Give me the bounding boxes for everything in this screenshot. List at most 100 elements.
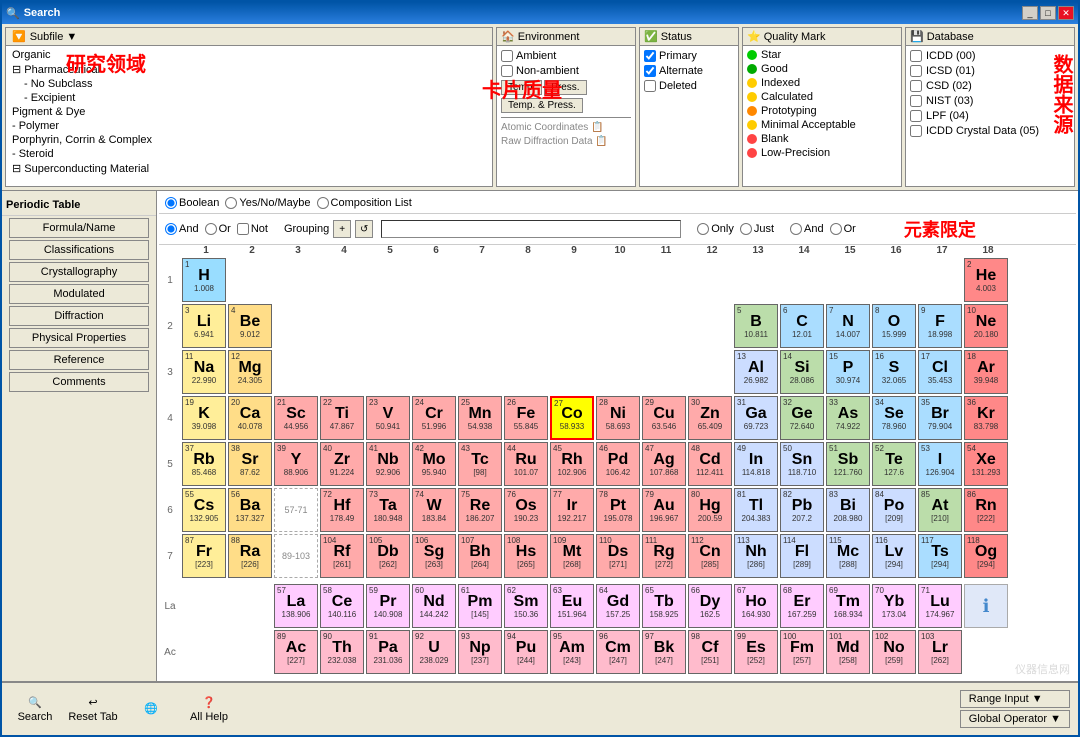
element-Hs[interactable]: 108Hs[265] [504, 534, 548, 578]
element-Cl[interactable]: 17 Cl 35.453 [918, 350, 962, 394]
just-radio-label[interactable]: Just [740, 223, 774, 235]
and-radio[interactable] [165, 223, 177, 235]
reset-tab-button[interactable]: ↩ Reset Tab [68, 696, 118, 723]
element-Tl[interactable]: 81Tl204.383 [734, 488, 778, 532]
element-H[interactable]: 1 H 1.008 [182, 258, 226, 302]
csd-checkbox[interactable] [910, 80, 922, 92]
element-B[interactable]: 5 B 10.811 [734, 304, 778, 348]
not-radio-label[interactable]: Not [237, 223, 268, 235]
element-Ar[interactable]: 18 Ar 39.948 [964, 350, 1008, 394]
element-Sc[interactable]: 21Sc44.956 [274, 396, 318, 440]
element-Mt[interactable]: 109Mt[268] [550, 534, 594, 578]
element-Cm[interactable]: 96Cm[247] [596, 630, 640, 674]
element-Am[interactable]: 95Am[243] [550, 630, 594, 674]
element-Fl[interactable]: 114Fl[289] [780, 534, 824, 578]
element-Ce[interactable]: 58Ce140.116 [320, 584, 364, 628]
element-Tm[interactable]: 69Tm168.934 [826, 584, 870, 628]
press-button[interactable]: Press. [544, 80, 586, 95]
element-search-input[interactable] [381, 220, 681, 238]
tree-item-pigment[interactable]: Pigment & Dye [8, 105, 490, 119]
composition-list-radio[interactable] [317, 197, 329, 209]
element-Pu[interactable]: 94Pu[244] [504, 630, 548, 674]
element-La[interactable]: 57La138.906 [274, 584, 318, 628]
element-Ac[interactable]: 89Ac[227] [274, 630, 318, 674]
element-Co[interactable]: 27Co58.933 [550, 396, 594, 440]
element-Ag[interactable]: 47Ag107.868 [642, 442, 686, 486]
element-Cr[interactable]: 24Cr51.996 [412, 396, 456, 440]
subfile-content[interactable]: Organic ⊟ Pharmaceutical - No Subclass -… [6, 46, 492, 186]
element-Be[interactable]: 4 Be 9.012 [228, 304, 272, 348]
global-operator-button[interactable]: Global Operator ▼ [960, 710, 1070, 728]
primary-checkbox[interactable] [644, 50, 656, 62]
element-Cf[interactable]: 98Cf[251] [688, 630, 732, 674]
element-Mo[interactable]: 42Mo95.940 [412, 442, 456, 486]
formula-name-button[interactable]: Formula/Name [9, 218, 149, 238]
element-U[interactable]: 92U238.029 [412, 630, 456, 674]
lpf-checkbox[interactable] [910, 110, 922, 122]
element-Zn[interactable]: 30Zn65.409 [688, 396, 732, 440]
tree-item-steroid[interactable]: - Steroid [8, 147, 490, 161]
element-Cd[interactable]: 48Cd112.411 [688, 442, 732, 486]
element-Ir[interactable]: 77Ir192.217 [550, 488, 594, 532]
element-Eu[interactable]: 63Eu151.964 [550, 584, 594, 628]
element-Mg[interactable]: 12 Mg 24.305 [228, 350, 272, 394]
classifications-button[interactable]: Classifications [9, 240, 149, 260]
element-Rf[interactable]: 104Rf[261] [320, 534, 364, 578]
element-Ru[interactable]: 44Ru101.07 [504, 442, 548, 486]
element-Nb[interactable]: 41Nb92.906 [366, 442, 410, 486]
element-Ta[interactable]: 73Ta180.948 [366, 488, 410, 532]
element-Po[interactable]: 84Po[209] [872, 488, 916, 532]
grouping-add-button[interactable]: + [333, 220, 351, 238]
element-Mn[interactable]: 25Mn54.938 [458, 396, 502, 440]
element-K[interactable]: 19K39.098 [182, 396, 226, 440]
element-Al[interactable]: 13 Al 26.982 [734, 350, 778, 394]
element-Sg[interactable]: 106Sg[263] [412, 534, 456, 578]
element-Sm[interactable]: 62Sm150.36 [504, 584, 548, 628]
element-Pd[interactable]: 46Pd106.42 [596, 442, 640, 486]
element-Ho[interactable]: 67Ho164.930 [734, 584, 778, 628]
element-W[interactable]: 74W183.84 [412, 488, 456, 532]
element-Os[interactable]: 76Os190.23 [504, 488, 548, 532]
yes-no-maybe-radio-label[interactable]: Yes/No/Maybe [225, 197, 310, 209]
comments-button[interactable]: Comments [9, 372, 149, 392]
element-Lu[interactable]: 71Lu174.967 [918, 584, 962, 628]
element-Dy[interactable]: 66Dy162.5 [688, 584, 732, 628]
element-Md[interactable]: 101Md[258] [826, 630, 870, 674]
icsd-checkbox[interactable] [910, 65, 922, 77]
minimize-button[interactable]: _ [1022, 6, 1038, 20]
element-Hf[interactable]: 72Hf178.49 [320, 488, 364, 532]
and-radio-label[interactable]: And [165, 223, 199, 235]
element-Sn[interactable]: 50Sn118.710 [780, 442, 824, 486]
yes-no-maybe-radio[interactable] [225, 197, 237, 209]
element-Y[interactable]: 39Y88.906 [274, 442, 318, 486]
element-Tc[interactable]: 43Tc[98] [458, 442, 502, 486]
or-radio-label[interactable]: Or [205, 223, 231, 235]
tree-item-polymer[interactable]: - Polymer [8, 119, 490, 133]
element-Gd[interactable]: 64Gd157.25 [596, 584, 640, 628]
element-Xe[interactable]: 54Xe131.293 [964, 442, 1008, 486]
element-Mc[interactable]: 115Mc[288] [826, 534, 870, 578]
element-Li[interactable]: 3 Li 6.941 [182, 304, 226, 348]
icdd-checkbox[interactable] [910, 50, 922, 62]
element-Ge[interactable]: 32Ge72.640 [780, 396, 824, 440]
element-Nd[interactable]: 60Nd144.242 [412, 584, 456, 628]
icdd-crystal-checkbox[interactable] [910, 125, 922, 137]
crystallography-button[interactable]: Crystallography [9, 262, 149, 282]
element-Pt[interactable]: 78Pt195.078 [596, 488, 640, 532]
element-Rh[interactable]: 45Rh102.906 [550, 442, 594, 486]
ambient-checkbox[interactable] [501, 50, 513, 62]
element-Pa[interactable]: 91Pa231.036 [366, 630, 410, 674]
element-Hg[interactable]: 80Hg200.59 [688, 488, 732, 532]
element-No[interactable]: 102No[259] [872, 630, 916, 674]
search-bottom-button[interactable]: 🔍 Search [10, 696, 60, 723]
element-Ba[interactable]: 56Ba137.327 [228, 488, 272, 532]
element-P[interactable]: 15 P 30.974 [826, 350, 870, 394]
element-C[interactable]: 6 C 12.01 [780, 304, 824, 348]
element-Rn[interactable]: 86Rn[222] [964, 488, 1008, 532]
element-Ra[interactable]: 88Ra[226] [228, 534, 272, 578]
tree-item-organic[interactable]: Organic [8, 48, 490, 62]
element-Og[interactable]: 118Og[294] [964, 534, 1008, 578]
element-Si[interactable]: 14 Si 28.086 [780, 350, 824, 394]
info-button[interactable]: ℹ [964, 584, 1008, 628]
element-Zr[interactable]: 40Zr91.224 [320, 442, 364, 486]
